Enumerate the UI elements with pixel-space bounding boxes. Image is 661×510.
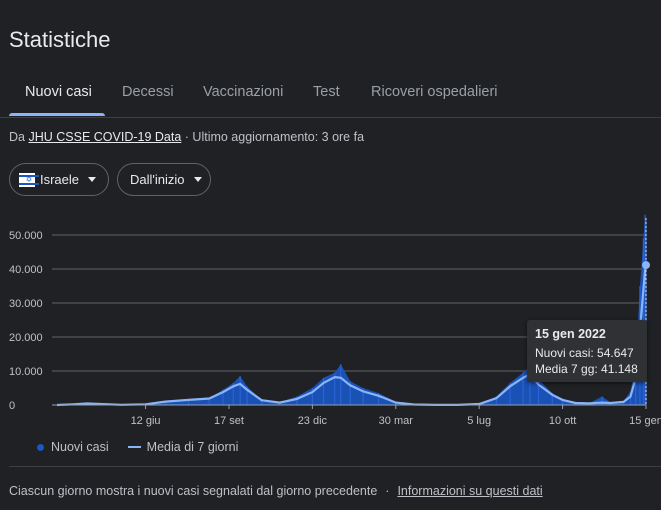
footer-note: Ciascun giorno mostra i nuovi casi segna…	[9, 484, 378, 498]
tooltip-average: Media 7 gg: 41.148	[535, 362, 638, 376]
x-tick-label: 30 mar	[379, 415, 414, 427]
cases-chart[interactable]: 0 10.000 20.000 30.000 40.000 50.000 12 giu 17 …	[0, 205, 661, 430]
y-tick-label: 0	[9, 400, 15, 412]
active-tab-indicator	[9, 113, 105, 116]
x-tick-label: 23 dic	[298, 415, 328, 427]
tab-nuovi-casi[interactable]: Nuovi casi	[25, 84, 92, 100]
footer-separator: ·	[385, 484, 390, 498]
legend-cases-marker	[37, 443, 44, 451]
page-title: Statistiche	[9, 27, 111, 52]
about-data-link[interactable]: Informazioni su questi dati	[397, 484, 542, 498]
y-tick-label: 10.000	[9, 366, 43, 378]
hover-point	[642, 261, 650, 270]
country-selector-label: Israele	[39, 172, 79, 187]
last-updated: · Ultimo aggiornamento: 3 ore fa	[184, 130, 365, 144]
israel-flag-icon: ✡	[19, 172, 39, 187]
legend-average-label: Media di 7 giorni	[146, 440, 239, 454]
source-link[interactable]: JHU CSSE COVID-19 Data	[28, 130, 181, 144]
y-tick-label: 20.000	[9, 332, 43, 344]
chevron-down-icon	[193, 177, 202, 182]
chevron-down-icon	[88, 177, 96, 182]
footer: Ciascun giorno mostra i nuovi casi segna…	[9, 484, 543, 498]
chart-tooltip: 15 gen 2022 Nuovi casi: 54.647 Media 7 g…	[527, 320, 647, 382]
legend-cases-label: Nuovi casi	[51, 440, 109, 454]
tooltip-date: 15 gen 2022	[535, 327, 606, 341]
x-tick-label: 10 ott	[549, 415, 577, 427]
x-tick-label: 17 set	[214, 415, 244, 427]
country-selector[interactable]: ✡ Israele	[9, 163, 109, 196]
tab-vaccinazioni[interactable]: Vaccinazioni	[203, 84, 283, 100]
source-line: Da JHU CSSE COVID-19 Data · Ultimo aggio…	[9, 130, 364, 144]
tooltip-cases: Nuovi casi: 54.647	[535, 346, 634, 360]
source-prefix: Da	[9, 130, 25, 144]
divider	[9, 466, 661, 467]
y-tick-label: 40.000	[9, 264, 43, 276]
x-tick-label: 5 lug	[467, 415, 491, 427]
tab-test[interactable]: Test	[313, 84, 340, 100]
tab-decessi[interactable]: Decessi	[122, 84, 174, 100]
range-selector[interactable]: Dall'inizio	[117, 163, 211, 196]
y-tick-label: 50.000	[9, 230, 43, 242]
tab-bar: Nuovi casi Decessi Vaccinazioni Test Ric…	[0, 70, 661, 118]
y-tick-label: 30.000	[9, 298, 43, 310]
legend-average-marker	[127, 446, 141, 448]
range-selector-label: Dall'inizio	[130, 172, 185, 187]
tab-ricoveri-ospedalieri[interactable]: Ricoveri ospedalieri	[371, 84, 498, 100]
x-tick-label: 12 giu	[131, 415, 161, 427]
x-tick-label: 15 gen	[629, 415, 661, 427]
chart-legend: Nuovi casi Media di 7 giorni	[37, 440, 238, 454]
